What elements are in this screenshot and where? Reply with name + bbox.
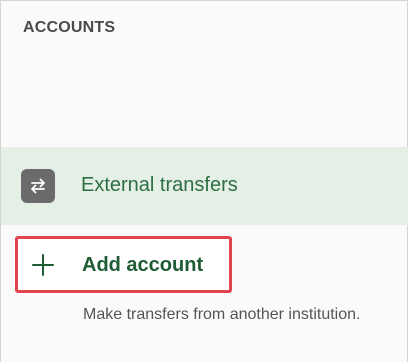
transfer-arrows-icon	[21, 169, 55, 203]
add-account-description: Make transfers from another institution.	[83, 306, 361, 323]
accounts-section-title: ACCOUNTS	[23, 19, 116, 36]
external-transfers-label: External transfers	[81, 174, 238, 196]
plus-icon	[32, 254, 54, 276]
add-account-button[interactable]: Add account	[15, 236, 232, 293]
external-transfers-item[interactable]: External transfers	[1, 147, 408, 225]
accounts-panel: ACCOUNTS External transfers Add account …	[0, 0, 408, 362]
add-account-label: Add account	[82, 254, 204, 276]
